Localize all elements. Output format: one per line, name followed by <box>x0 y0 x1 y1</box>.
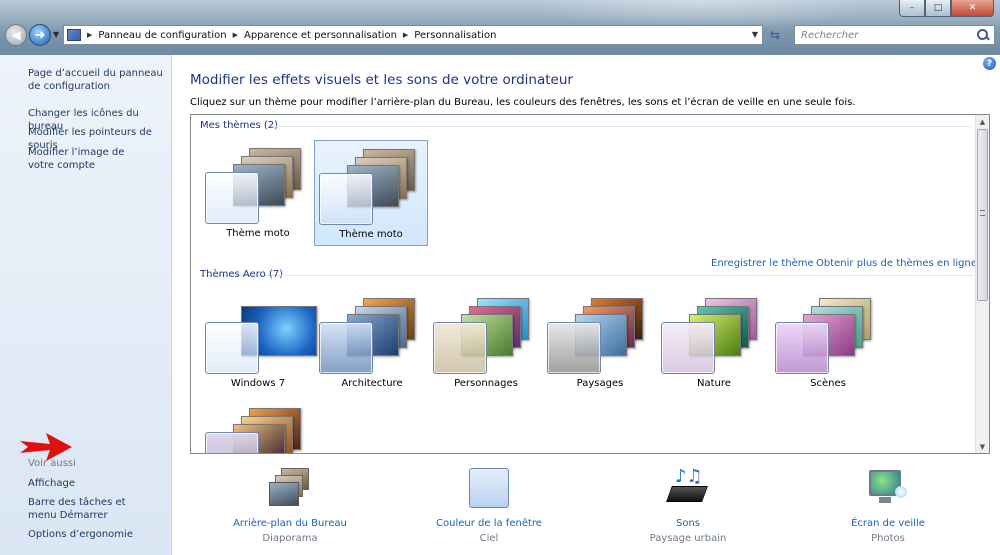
display-link[interactable]: Affichage <box>28 477 168 490</box>
back-button[interactable]: ◀ <box>5 24 27 46</box>
red-arrow-annotation-icon <box>20 433 72 461</box>
desktop-background-icon <box>269 468 311 508</box>
navigation-bar: ◀ ➜ ▼ ▶ Panneau de configuration ▶ Appar… <box>0 23 1000 49</box>
sounds-icon: ♪♫ <box>666 468 709 508</box>
theme-tile-moto-1[interactable]: Thème moto <box>201 140 315 246</box>
search-input[interactable]: Rechercher <box>801 30 976 41</box>
maximize-button[interactable]: □ <box>925 0 951 17</box>
aero-themes-group-label: Thèmes Aero (7) <box>200 269 284 280</box>
close-button[interactable]: ✕ <box>951 0 994 17</box>
theme-color-swatch <box>775 322 829 374</box>
screensaver-value: Photos <box>871 533 905 544</box>
sounds-value: Paysage urbain <box>649 533 727 544</box>
theme-color-swatch <box>661 322 715 374</box>
theme-tile-architecture[interactable]: Architecture <box>315 290 429 396</box>
scroll-up-icon[interactable]: ▲ <box>976 115 989 128</box>
control-panel-home-link[interactable]: Page d’accueil du panneau de configurati… <box>28 67 168 93</box>
group-divider <box>281 275 971 276</box>
theme-tile-windows7[interactable]: Windows 7 <box>201 290 317 396</box>
scroll-down-icon[interactable]: ▼ <box>976 440 989 453</box>
desktop-background-item[interactable]: Arrière-plan du Bureau Diaporama <box>215 468 365 544</box>
group-divider <box>271 126 971 127</box>
desktop-background-link[interactable]: Arrière-plan du Bureau <box>215 518 365 529</box>
theme-tile-scenes[interactable]: Scènes <box>771 290 885 396</box>
theme-color-swatch <box>433 322 487 374</box>
theme-label: Paysages <box>576 378 624 389</box>
theme-label: Scènes <box>810 378 846 389</box>
theme-label: Thème moto <box>339 229 403 240</box>
theme-color-swatch <box>205 322 259 374</box>
theme-tile-landscapes[interactable]: Paysages <box>543 290 657 396</box>
page-description: Cliquez sur un thème pour modifier l’arr… <box>190 97 856 108</box>
search-icon[interactable] <box>976 28 990 42</box>
left-pane: Page d’accueil du panneau de configurati… <box>0 55 172 555</box>
ease-of-access-link[interactable]: Options d’ergonomie <box>28 528 168 541</box>
grip-icon <box>980 210 985 216</box>
window-color-icon <box>468 468 510 508</box>
forward-button[interactable]: ➜ <box>29 24 51 46</box>
help-icon[interactable]: ? <box>983 57 996 70</box>
refresh-icon[interactable]: ⇆ <box>766 28 784 44</box>
breadcrumb-control-panel[interactable]: Panneau de configuration <box>98 30 226 41</box>
desktop-background-value: Diaporama <box>262 533 318 544</box>
control-panel-icon <box>67 29 81 41</box>
scrollbar-thumb[interactable] <box>977 129 988 301</box>
save-theme-link[interactable]: Enregistrer le thème <box>711 258 814 269</box>
window-color-value: Ciel <box>479 533 499 544</box>
chevron-right-icon[interactable]: ▶ <box>233 31 238 39</box>
change-account-picture-link[interactable]: Modifier l’image de votre compte <box>28 146 148 172</box>
theme-list[interactable]: Mes thèmes (2) Thème moto Thème moto Enr… <box>190 114 990 454</box>
window-color-link[interactable]: Couleur de la fenêtre <box>414 518 564 529</box>
theme-color-swatch <box>205 172 259 224</box>
theme-label: Architecture <box>341 378 403 389</box>
theme-tile-characters[interactable]: Personnages <box>429 290 543 396</box>
page-title: Modifier les effets visuels et les sons … <box>190 72 573 88</box>
window-controls: – □ ✕ <box>899 0 994 17</box>
screensaver-link[interactable]: Écran de veille <box>813 518 963 529</box>
screensaver-item[interactable]: Écran de veille Photos <box>813 468 963 544</box>
address-dropdown-icon[interactable]: ▼ <box>752 30 758 39</box>
address-bar[interactable]: ▶ Panneau de configuration ▶ Apparence e… <box>63 25 763 45</box>
theme-tile-nature[interactable]: Nature <box>657 290 771 396</box>
theme-list-scrollbar[interactable]: ▲ ▼ <box>975 115 989 453</box>
taskbar-start-menu-link[interactable]: Barre des tâches et menu Démarrer <box>28 496 150 522</box>
theme-label: Thème moto <box>226 228 290 239</box>
theme-tile-aero-7[interactable] <box>201 400 315 453</box>
main-content: ? Modifier les effets visuels et les son… <box>172 55 1000 555</box>
theme-label: Personnages <box>454 378 518 389</box>
my-themes-group-label: Mes thèmes (2) <box>200 120 279 131</box>
breadcrumb-appearance[interactable]: Apparence et personnalisation <box>244 30 397 41</box>
theme-color-swatch <box>205 432 259 453</box>
get-more-themes-link[interactable]: Obtenir plus de thèmes en ligne <box>816 258 977 269</box>
window-chrome: – □ ✕ ◀ ➜ ▼ ▶ Panneau de configuration ▶… <box>0 0 1000 55</box>
sounds-link[interactable]: Sons <box>613 518 763 529</box>
breadcrumb-personalization[interactable]: Personnalisation <box>414 30 496 41</box>
theme-tile-moto-2[interactable]: Thème moto <box>314 140 428 246</box>
theme-color-swatch <box>547 322 601 374</box>
chevron-right-icon[interactable]: ▶ <box>87 31 92 39</box>
recent-pages-chevron-icon[interactable]: ▼ <box>53 30 59 39</box>
theme-color-swatch <box>319 322 373 374</box>
sounds-item[interactable]: ♪♫ Sons Paysage urbain <box>613 468 763 545</box>
screensaver-icon <box>867 468 909 508</box>
search-box[interactable]: Rechercher <box>794 25 995 45</box>
chevron-right-icon[interactable]: ▶ <box>403 31 408 39</box>
minimize-button[interactable]: – <box>899 0 925 17</box>
window-color-item[interactable]: Couleur de la fenêtre Ciel <box>414 468 564 544</box>
theme-label: Nature <box>697 378 731 389</box>
theme-color-swatch <box>319 173 373 225</box>
theme-label: Windows 7 <box>230 378 286 389</box>
